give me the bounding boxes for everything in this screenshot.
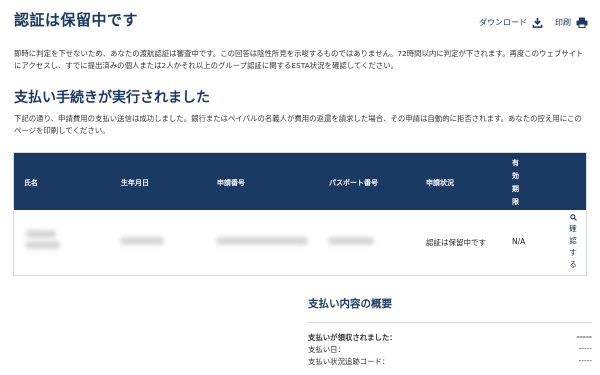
summary-label: 支払い状況追跡コード： <box>308 357 390 366</box>
table-row: 認証は保留中です N/A 確認する <box>14 210 586 275</box>
payment-title: 支払い手続きが実行されました <box>14 90 210 106</box>
confirm-label: 確認する <box>569 224 577 269</box>
summary-label: 支払い日： <box>308 345 345 354</box>
summary-title: 支払い内容の概要 <box>308 298 392 310</box>
download-button[interactable]: ダウンロード <box>479 17 543 28</box>
print-button[interactable]: 印刷 <box>555 17 588 28</box>
summary-divider <box>308 322 592 323</box>
summary-label: 支払いが領収されました： <box>308 333 397 342</box>
row-status: 認証は保留中です <box>426 238 486 247</box>
application-table: 氏名 生年月日 申請番号 パスポート番号 申請状況 有効期限 認証は保留中です … <box>13 152 587 276</box>
search-icon <box>569 214 577 221</box>
download-icon <box>532 17 543 28</box>
confirm-link[interactable]: 確認する <box>567 214 579 271</box>
summary-value: ----- <box>576 332 592 341</box>
header-passport-number: パスポート番号 <box>329 179 378 187</box>
redacted-passport-number <box>328 237 374 245</box>
header-valid-period: 有効期限 <box>512 159 519 206</box>
printer-icon <box>576 17 588 28</box>
pending-notice: 即時に判定を下せないため、あなたの渡航認証は審査中です。この回答は陰性所見を示唆… <box>14 49 584 70</box>
header-actions: ダウンロード 印刷 <box>479 17 588 28</box>
print-label: 印刷 <box>555 18 571 27</box>
header-birthdate: 生年月日 <box>121 179 149 187</box>
redacted-application-number <box>216 237 308 245</box>
header-name: 氏名 <box>24 179 38 187</box>
header-application-number: 申請番号 <box>217 179 245 187</box>
table-header: 氏名 生年月日 申請番号 パスポート番号 申請状況 有効期限 <box>14 153 586 210</box>
summary-value: ----- <box>578 356 592 365</box>
summary-value: ----- <box>578 344 592 353</box>
page-title: 認証は保留中です <box>14 11 139 29</box>
header-status: 申請状況 <box>426 179 454 187</box>
redacted-birthdate <box>120 237 164 245</box>
payment-description: 下記の通り、申請費用の支払い送信は成功しました。銀行またはペイパルの名義人が費用… <box>14 114 582 135</box>
row-valid-period: N/A <box>512 237 526 246</box>
redacted-name <box>26 230 56 238</box>
redacted-name-line2 <box>26 241 60 249</box>
download-label: ダウンロード <box>479 18 527 27</box>
